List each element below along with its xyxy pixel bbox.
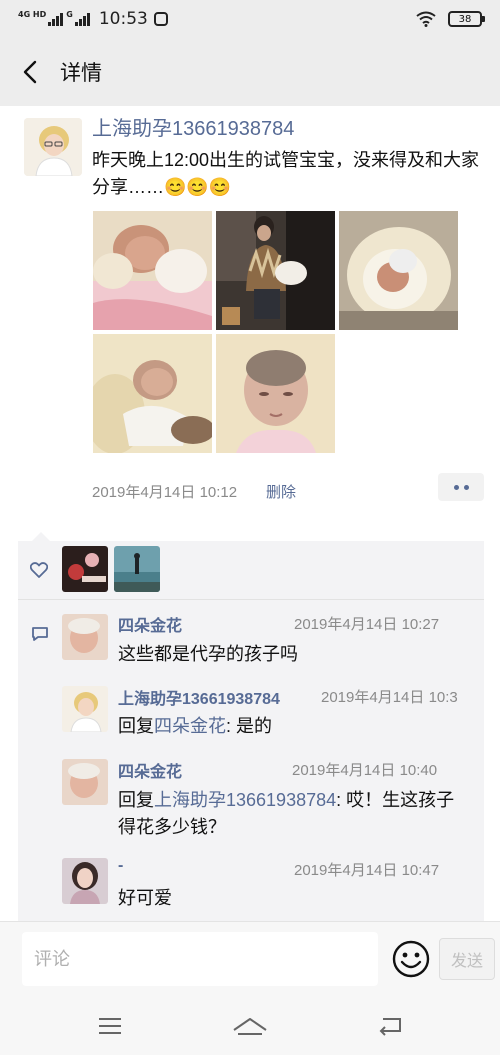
comment-avatar-2[interactable] bbox=[62, 686, 108, 732]
post-photo-5[interactable] bbox=[216, 334, 335, 453]
likes-comments-panel: 四朵金花 2019年4月14日 10:27 这些都是代孕的孩子吗 上海助孕136… bbox=[18, 541, 484, 921]
comment-author-2[interactable]: 上海助孕13661938784 bbox=[118, 685, 280, 709]
post-photo-2[interactable] bbox=[216, 211, 335, 330]
comment-text-3: 回复上海助孕13661938784: 哎！生这孩子得花多少钱？ bbox=[118, 787, 468, 841]
comment-time-4: 2019年4月14日 10:47 bbox=[294, 862, 440, 879]
comment-avatar-1[interactable] bbox=[62, 614, 108, 660]
return-icon bbox=[379, 1018, 401, 1036]
wifi-icon bbox=[416, 11, 436, 27]
signal-icon-2 bbox=[74, 12, 90, 26]
baby-avatar-image bbox=[62, 759, 108, 805]
sleeping-baby-image bbox=[93, 334, 212, 453]
post-text: 昨天晚上12:00出生的试管宝宝，没来得及和大家分享……😊😊😊 bbox=[92, 150, 480, 197]
chevron-left-icon bbox=[23, 60, 37, 84]
comment-avatar-4[interactable] bbox=[62, 858, 108, 904]
reply-body: : 是的 bbox=[226, 716, 273, 736]
reply-prefix: 回复 bbox=[118, 716, 154, 736]
comment-author-1[interactable]: 四朵金花 bbox=[118, 612, 182, 636]
reply-target[interactable]: 四朵金花 bbox=[154, 716, 226, 736]
home-icon bbox=[233, 1018, 267, 1035]
panel-divider bbox=[18, 599, 484, 600]
comment-author-3[interactable]: 四朵金花 bbox=[118, 758, 182, 782]
heart-icon bbox=[30, 562, 48, 578]
system-nav-bar bbox=[0, 997, 500, 1055]
like-avatar-1[interactable] bbox=[62, 546, 108, 592]
flower-avatar-image bbox=[62, 546, 108, 592]
menu-icon bbox=[99, 1018, 121, 1034]
post-timestamp: 2019年4月14日 10:12 bbox=[92, 484, 238, 501]
mother-photo-image bbox=[216, 211, 335, 330]
notification-icon bbox=[153, 12, 168, 26]
more-actions-button[interactable] bbox=[438, 473, 484, 501]
battery-icon: 38 bbox=[448, 11, 485, 27]
status-bar: 4G HD G 10:53 38 bbox=[0, 0, 500, 38]
beach-avatar-image bbox=[114, 546, 160, 592]
post-author-name[interactable]: 上海助孕13661938784 bbox=[92, 112, 294, 141]
comment-input-bar: 发送 bbox=[0, 921, 500, 997]
network-type: 4G HD bbox=[18, 10, 47, 19]
back-nav-button[interactable] bbox=[360, 1006, 420, 1046]
comment-icon bbox=[32, 627, 48, 641]
comment-avatar-3[interactable] bbox=[62, 759, 108, 805]
delete-link[interactable]: 删除 bbox=[266, 481, 296, 502]
back-button[interactable] bbox=[0, 38, 60, 106]
comment-time-3: 2019年4月14日 10:40 bbox=[292, 762, 438, 779]
woman-avatar-image bbox=[62, 858, 108, 904]
network-type-2: G bbox=[66, 10, 73, 19]
comment-text-1: 这些都是代孕的孩子吗 bbox=[118, 644, 298, 664]
post-photo-3[interactable] bbox=[339, 211, 458, 330]
comment-input[interactable] bbox=[22, 932, 378, 986]
comment-time-2: 2019年4月14日 10:3 bbox=[321, 689, 458, 706]
post-photo-4[interactable] bbox=[93, 334, 212, 453]
baby-photo-image bbox=[93, 211, 212, 330]
battery-level: 38 bbox=[458, 13, 472, 25]
emoji-button[interactable] bbox=[392, 940, 430, 978]
like-avatar-2[interactable] bbox=[114, 546, 160, 592]
post-photo-1[interactable] bbox=[93, 211, 212, 330]
comment-text-2: 回复四朵金花: 是的 bbox=[118, 713, 468, 740]
signal-icon bbox=[48, 12, 64, 26]
dot-icon bbox=[463, 484, 469, 490]
nav-bar: 详情 bbox=[0, 38, 500, 106]
author-avatar-image bbox=[24, 118, 82, 176]
baby-face-image bbox=[216, 334, 335, 453]
page-title: 详情 bbox=[60, 61, 102, 85]
reply-prefix: 回复 bbox=[118, 790, 154, 810]
baby-bassinet-image bbox=[339, 211, 458, 330]
emoji-icon bbox=[392, 940, 430, 978]
author-avatar[interactable] bbox=[24, 118, 82, 176]
likes-row bbox=[18, 541, 484, 599]
menu-button[interactable] bbox=[80, 1006, 140, 1046]
send-button[interactable]: 发送 bbox=[439, 938, 495, 980]
comment-text-4: 好可爱 bbox=[118, 888, 172, 908]
baby-avatar-image bbox=[62, 614, 108, 660]
dot-icon bbox=[453, 484, 459, 490]
reply-target[interactable]: 上海助孕13661938784 bbox=[154, 790, 336, 810]
panel-caret bbox=[32, 532, 50, 541]
comment-time-1: 2019年4月14日 10:27 bbox=[294, 616, 440, 633]
author-avatar-small-image bbox=[62, 686, 108, 732]
clock: 10:53 bbox=[98, 9, 148, 29]
comment-author-4[interactable]: - bbox=[118, 857, 123, 875]
home-button[interactable] bbox=[220, 1006, 280, 1046]
